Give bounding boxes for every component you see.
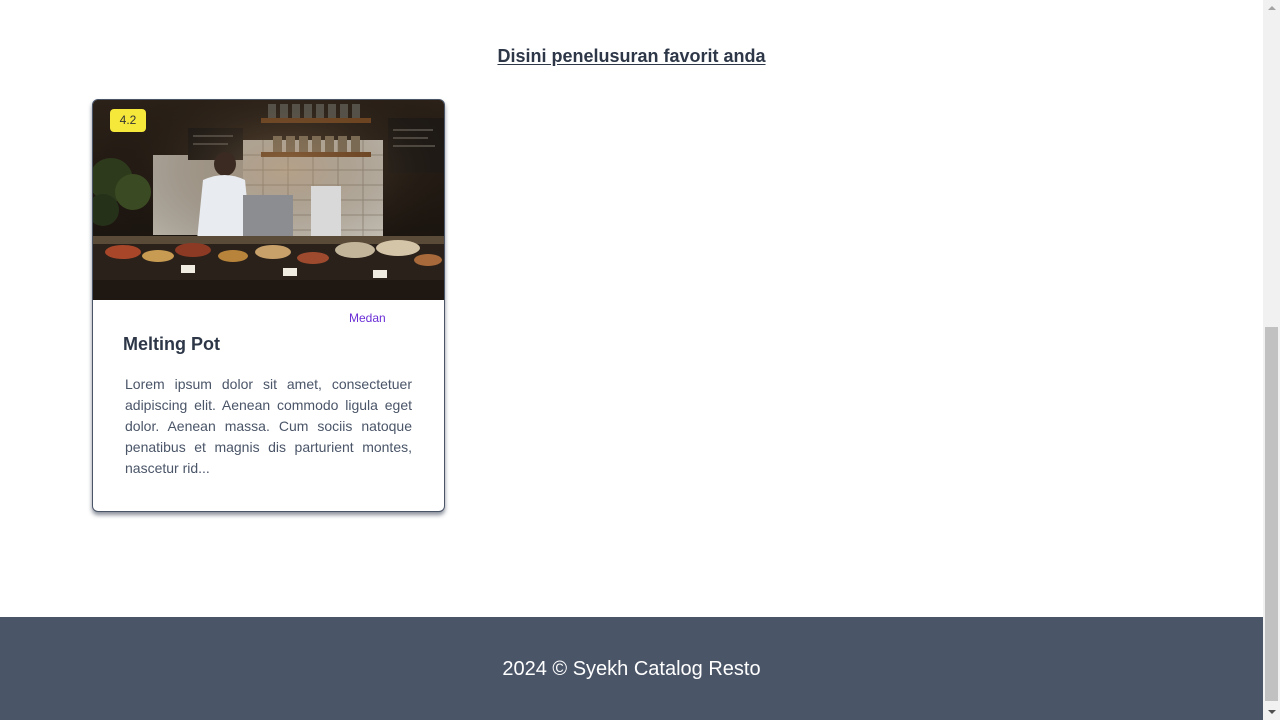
page: Disini penelusuran favorit anda 4.2 Meda…	[0, 0, 1263, 720]
restaurant-description: Lorem ipsum dolor sit amet, consectetuer…	[125, 376, 412, 476]
scroll-down-arrow-icon[interactable]	[1263, 703, 1280, 720]
restaurant-image: 4.2	[93, 100, 444, 300]
vertical-scrollbar[interactable]	[1263, 0, 1280, 720]
restaurant-card[interactable]: 4.2 Medan Melting Pot Lorem ipsum dolor …	[92, 99, 445, 512]
footer-text: 2024 © Syekh Catalog Resto	[502, 658, 761, 680]
rating-badge: 4.2	[110, 109, 146, 132]
restaurant-name[interactable]: Melting Pot	[123, 333, 220, 355]
scroll-up-arrow-icon[interactable]	[1263, 0, 1280, 17]
footer: 2024 © Syekh Catalog Resto	[0, 617, 1263, 720]
scrollbar-thumb[interactable]	[1265, 327, 1278, 701]
section-title: Disini penelusuran favorit anda	[497, 46, 766, 66]
restaurant-city: Medan	[349, 311, 386, 325]
